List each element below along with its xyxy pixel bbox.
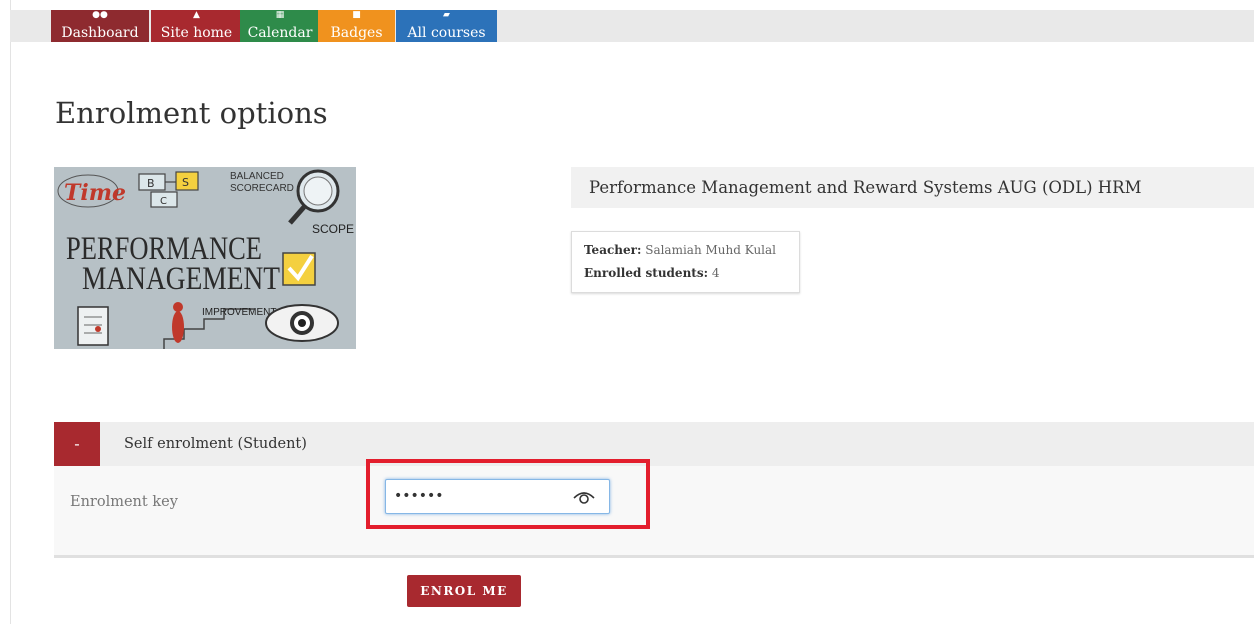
- calendar-icon: ▦: [275, 10, 285, 20]
- svg-text:SCOPE: SCOPE: [312, 222, 354, 236]
- svg-text:S: S: [182, 176, 189, 189]
- nav-site-home-button[interactable]: ▲ Site home: [151, 10, 242, 42]
- svg-text:Time: Time: [64, 180, 126, 206]
- time-scribble: Time: [57, 174, 126, 208]
- enrolment-key-label: Enrolment key: [70, 494, 178, 510]
- top-nav-bar: ●● Dashboard ▲ Site home ▦ Calendar ■ Ba…: [10, 10, 1254, 42]
- svg-text:C: C: [160, 196, 167, 207]
- self-enrolment-header: - Self enrolment (Student): [54, 422, 1254, 466]
- teacher-row: Teacher: Salamiah Muhd Kulal: [584, 243, 776, 257]
- bookmark-icon: ■: [352, 10, 361, 20]
- panel-bottom-border: [54, 555, 1254, 558]
- enrolled-count: 4: [711, 266, 720, 280]
- nav-badges-button[interactable]: ■ Badges: [318, 10, 395, 42]
- enrol-me-button[interactable]: ENROL ME: [407, 575, 521, 607]
- svg-text:BALANCED: BALANCED: [230, 171, 284, 182]
- enrolment-key-field[interactable]: [385, 479, 610, 514]
- teacher-label: Teacher:: [584, 243, 642, 257]
- person-sketch: [172, 311, 184, 343]
- self-enrolment-panel: - Self enrolment (Student) Enrolment key: [54, 422, 1254, 558]
- course-image: Time B S C BALANCED SCORECARD SCOPE PERF…: [54, 167, 356, 349]
- course-title-bar: Performance Management and Reward System…: [571, 167, 1254, 208]
- eye-icon[interactable]: [573, 489, 595, 505]
- home-icon: ▲: [193, 10, 200, 20]
- enrolment-key-input[interactable]: [394, 486, 564, 506]
- self-enrolment-title: Self enrolment (Student): [124, 436, 307, 452]
- nav-dashboard-label: Dashboard: [61, 25, 139, 41]
- course-title[interactable]: Performance Management and Reward System…: [589, 178, 1141, 197]
- nav-all-courses-label: All courses: [407, 25, 486, 41]
- enrolled-row: Enrolled students: 4: [584, 266, 720, 280]
- svg-text:IMPROVEMENT: IMPROVEMENT: [202, 307, 276, 318]
- eye-sketch: [265, 304, 339, 342]
- nav-badges-label: Badges: [330, 25, 383, 41]
- clipboard-sketch: [77, 306, 109, 346]
- svg-text:B: B: [147, 177, 155, 190]
- collapse-toggle-button[interactable]: -: [54, 422, 100, 466]
- page-left-border: [10, 0, 11, 624]
- teacher-name[interactable]: Salamiah Muhd Kulal: [645, 243, 776, 257]
- nav-all-courses-button[interactable]: ▰ All courses: [396, 10, 497, 42]
- svg-text:SCORECARD: SCORECARD: [230, 183, 294, 194]
- dashboard-icon: ●●: [92, 10, 108, 20]
- svg-text:MANAGEMENT: MANAGEMENT: [82, 261, 280, 297]
- page-title: Enrolment options: [55, 96, 328, 130]
- course-info-box: Teacher: Salamiah Muhd Kulal Enrolled st…: [571, 231, 800, 293]
- nav-dashboard-button[interactable]: ●● Dashboard: [51, 10, 149, 42]
- book-icon: ▰: [443, 10, 450, 20]
- course-illustration: Time B S C BALANCED SCORECARD SCOPE PERF…: [54, 167, 356, 349]
- nav-site-home-label: Site home: [160, 25, 233, 41]
- enrolled-label: Enrolled students:: [584, 266, 709, 280]
- nav-calendar-label: Calendar: [247, 25, 313, 41]
- nav-calendar-button[interactable]: ▦ Calendar: [240, 10, 320, 42]
